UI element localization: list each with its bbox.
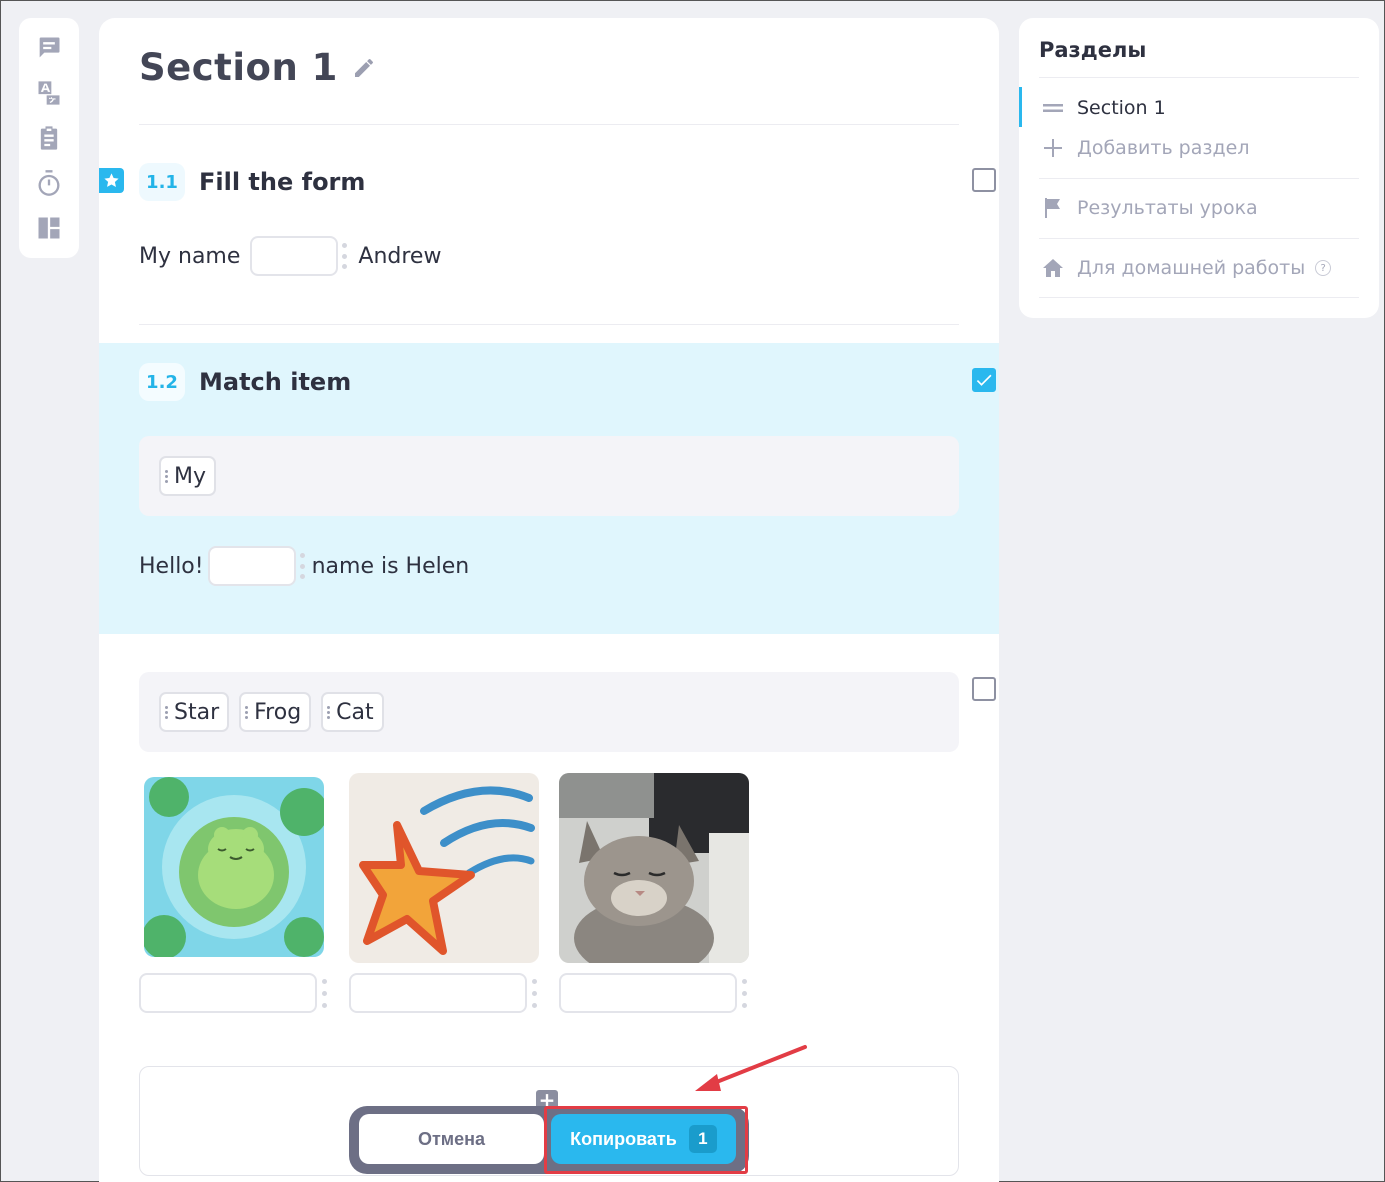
chip-label: Cat — [336, 699, 374, 725]
fill-gap-line: Hello! name is Helen — [139, 546, 469, 586]
sections-panel: Разделы Section 1 Добавить раздел Резуль… — [1019, 18, 1379, 318]
gap-input[interactable] — [250, 236, 339, 276]
drag-handle-icon — [327, 705, 331, 720]
sidebar-item-label: Результаты урока — [1077, 197, 1258, 219]
word-chip[interactable]: Frog — [239, 692, 312, 732]
text-after: Andrew — [358, 243, 442, 269]
star-image — [349, 773, 539, 963]
checkmark-icon — [976, 374, 992, 386]
cat-image — [559, 773, 749, 963]
active-indicator — [1019, 87, 1022, 127]
exercise-select-checkbox[interactable] — [972, 368, 996, 392]
divider — [1039, 297, 1359, 298]
copy-button-label: Копировать — [570, 1128, 677, 1149]
drag-handle-icon[interactable] — [742, 975, 748, 1011]
exercise-title: Fill the form — [199, 168, 366, 196]
text-after: name is Helen — [311, 553, 470, 579]
answer-input[interactable] — [349, 973, 527, 1013]
sidebar-item-label: Для домашней работы — [1077, 257, 1306, 279]
gap-input[interactable] — [207, 546, 296, 586]
answer-input[interactable] — [139, 973, 317, 1013]
plus-icon — [1044, 139, 1062, 157]
sidebar-item-add-section[interactable]: Добавить раздел — [1041, 136, 1249, 160]
translate-icon[interactable] — [33, 77, 65, 109]
help-icon[interactable]: ? — [1315, 260, 1332, 276]
page-title: Section 1 — [139, 46, 338, 89]
exercise-number: 1.2 — [139, 363, 185, 401]
tool-rail — [19, 18, 79, 258]
cancel-button[interactable]: Отмена — [359, 1114, 544, 1164]
divider — [139, 324, 959, 325]
word-chip[interactable]: Star — [159, 692, 230, 732]
home-icon — [1043, 259, 1063, 277]
sidebar-item-label: Section 1 — [1077, 97, 1166, 119]
chip-label: Frog — [254, 699, 302, 725]
drag-handle-icon[interactable] — [322, 975, 328, 1011]
drag-handle-icon[interactable] — [299, 553, 306, 579]
divider — [1039, 178, 1359, 179]
frog-image — [144, 777, 324, 957]
copy-action-bar: Отмена Копировать 1 — [349, 1106, 749, 1174]
panel-title: Разделы — [1039, 38, 1147, 62]
copy-button[interactable]: Копировать 1 — [551, 1114, 736, 1164]
chip-label: My — [174, 463, 207, 489]
sidebar-item-label: Добавить раздел — [1077, 137, 1250, 159]
divider — [139, 124, 959, 125]
exercise-number: 1.1 — [139, 163, 185, 201]
lesson-editor: Section 1 1.1 Fill the form My name Andr… — [99, 18, 999, 1182]
exercise-select-checkbox[interactable] — [972, 677, 996, 701]
divider — [1039, 238, 1359, 239]
exercise-title: Match item — [199, 368, 352, 396]
fill-gap-line: My name Andrew — [139, 236, 441, 276]
divider — [1039, 77, 1359, 78]
exercise-header: 1.1 Fill the form — [139, 163, 365, 201]
answer-input[interactable] — [559, 973, 737, 1013]
drag-handle-icon — [165, 705, 168, 720]
message-icon[interactable] — [33, 32, 65, 64]
word-bank: My — [139, 436, 959, 516]
drag-handle-icon — [165, 469, 168, 484]
chip-label: Star — [174, 699, 220, 725]
flag-icon — [1045, 198, 1060, 218]
exercise-select-checkbox[interactable] — [972, 168, 996, 192]
word-chip[interactable]: My — [159, 456, 217, 496]
word-bank: Star Frog Cat — [139, 672, 959, 752]
pencil-icon[interactable] — [352, 56, 376, 80]
timer-icon[interactable] — [33, 167, 65, 199]
copy-count-badge: 1 — [688, 1125, 717, 1153]
sidebar-item-section-1[interactable]: Section 1 — [1041, 96, 1166, 120]
drag-handle-icon[interactable] — [532, 975, 538, 1011]
clipboard-icon[interactable] — [33, 122, 65, 154]
sidebar-item-lesson-results[interactable]: Результаты урока — [1041, 196, 1258, 220]
title-row: Section 1 — [139, 46, 376, 89]
drag-handle-icon — [245, 705, 249, 720]
star-icon[interactable] — [99, 168, 124, 193]
text-before: Hello! — [139, 553, 204, 579]
text-before: My name — [139, 243, 241, 269]
drag-handle-icon[interactable] — [342, 243, 348, 269]
exercise-header: 1.2 Match item — [139, 363, 351, 401]
sidebar-item-homework[interactable]: Для домашней работы ? — [1041, 256, 1332, 280]
layout-icon[interactable] — [33, 212, 65, 244]
drag-lines-icon — [1043, 104, 1063, 112]
word-chip[interactable]: Cat — [321, 692, 384, 732]
